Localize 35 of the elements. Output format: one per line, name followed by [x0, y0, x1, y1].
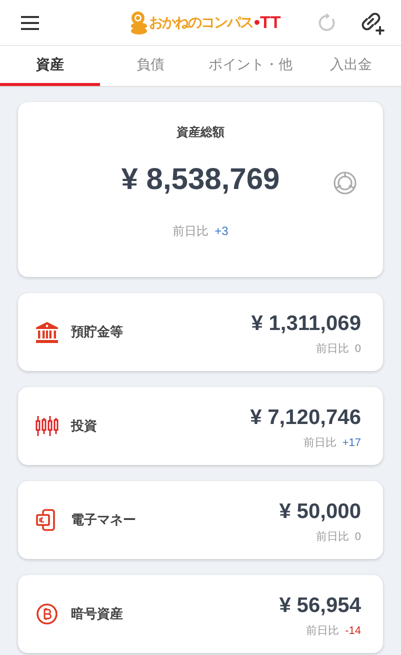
- category-amount: ¥ 1,311,069: [251, 312, 361, 336]
- delta-value: +3: [214, 224, 228, 238]
- tab[interactable]: 入出金: [300, 46, 401, 86]
- delta-value: 0: [354, 531, 361, 543]
- summary-title: 資産総額: [176, 124, 224, 141]
- bank-icon: [35, 321, 59, 343]
- candlestick-icon: [35, 415, 59, 437]
- delta-label: 前日比: [172, 224, 209, 238]
- asset-card[interactable]: 電子マネー ¥ 50,000 前日比 0: [18, 481, 383, 559]
- delta-label: 前日比: [316, 531, 349, 543]
- delta-label: 前日比: [306, 625, 340, 637]
- delta-value: 0: [354, 343, 361, 355]
- tab[interactable]: ポイント・他: [200, 46, 301, 86]
- delta-value: +17: [342, 437, 361, 449]
- tab[interactable]: 負債: [100, 46, 200, 86]
- tab[interactable]: 資産: [0, 46, 100, 86]
- delta-value: -14: [345, 625, 361, 637]
- total-amount: ¥ 8,538,769: [121, 163, 280, 197]
- category-name: 電子マネー: [71, 512, 136, 529]
- category-name: 暗号資産: [71, 606, 123, 623]
- logo-text: おかねのコンパス: [149, 14, 253, 32]
- delta-label: 前日比: [303, 437, 336, 449]
- asset-card[interactable]: 暗号資産 ¥ 56,954 前日比 -14: [18, 575, 383, 653]
- category-amount: ¥ 7,120,746: [250, 406, 361, 430]
- category-name: 預貯金等: [71, 324, 123, 341]
- asset-card[interactable]: 預貯金等 ¥ 1,311,069 前日比 0: [18, 293, 383, 371]
- category-amount: ¥ 50,000: [279, 500, 361, 524]
- delta-label: 前日比: [316, 343, 349, 355]
- category-amount: ¥ 56,954: [279, 594, 361, 618]
- logo-suffix: •TT: [254, 12, 281, 32]
- bitcoin-icon: [35, 603, 59, 625]
- asset-card[interactable]: 投資 ¥ 7,120,746 前日比 +17: [18, 387, 383, 465]
- category-name: 投資: [71, 418, 97, 435]
- menu-icon[interactable]: [20, 14, 40, 30]
- coin-stack-icon: [130, 10, 148, 34]
